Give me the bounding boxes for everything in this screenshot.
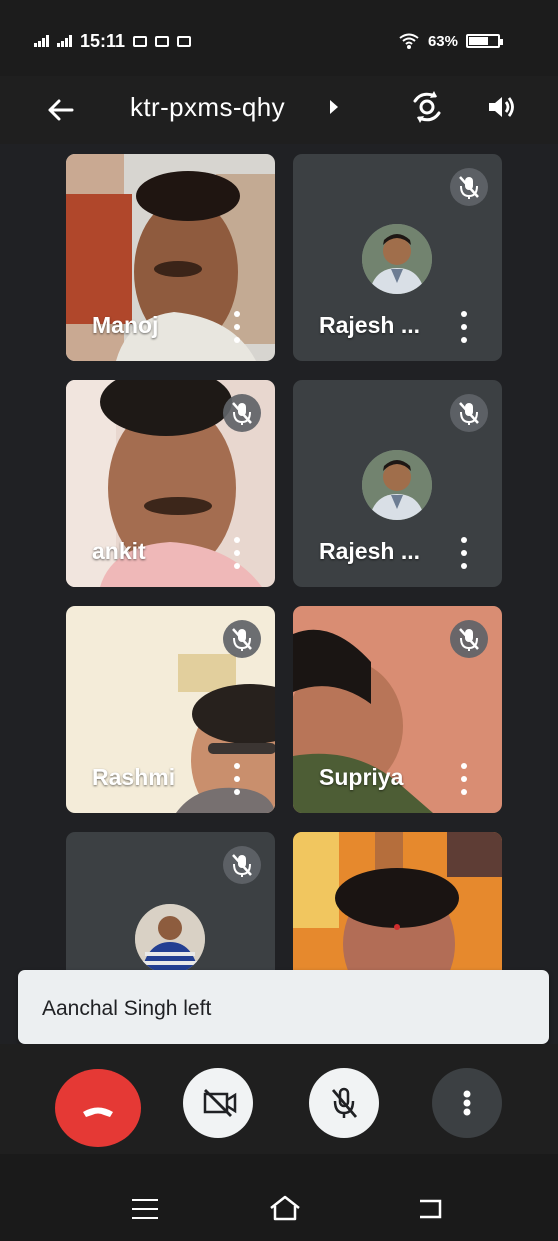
participant-tile[interactable]: Manoj (66, 154, 275, 361)
more-vertical-icon[interactable] (231, 763, 243, 795)
signal-icon (34, 35, 49, 47)
avatar (362, 450, 432, 520)
more-vertical-icon[interactable] (458, 537, 470, 569)
participant-name: Supriya (319, 764, 404, 790)
home-icon[interactable] (268, 1193, 302, 1223)
mic-off-icon (331, 1087, 358, 1118)
status-right: 63% (398, 30, 503, 52)
more-vertical-icon[interactable] (231, 311, 243, 343)
more-vertical-icon[interactable] (458, 311, 470, 343)
end-call-button[interactable] (55, 1069, 141, 1147)
avatar (362, 224, 432, 294)
notification-icon (133, 35, 148, 47)
mic-off-icon (223, 394, 261, 432)
mic-off-icon (223, 620, 261, 658)
status-time: 15:11 (80, 30, 126, 51)
signal-icon-2 (57, 35, 72, 47)
participant-tile[interactable]: Supriya (293, 606, 502, 813)
participant-name: Rashmi (92, 764, 176, 790)
meeting-screen: 15:11 63% ktr-pxms-qhy Manoj Rajesh ... … (0, 0, 558, 1241)
wifi-icon (399, 33, 419, 49)
camera-switch-icon[interactable] (408, 88, 446, 126)
more-options-button[interactable] (432, 1068, 502, 1138)
participant-tile[interactable]: Rajesh ... (293, 154, 502, 361)
video-off-button[interactable] (183, 1068, 253, 1138)
call-controls (0, 1044, 558, 1154)
battery-percent: 63% (427, 32, 458, 50)
participant-name: Rajesh ... (319, 312, 420, 338)
meeting-code[interactable]: ktr-pxms-qhy (130, 92, 285, 123)
speaker-icon[interactable] (484, 90, 518, 124)
participant-name: Rajesh ... (319, 538, 420, 564)
top-bar: ktr-pxms-qhy (0, 76, 558, 144)
participant-tile[interactable]: ankit (66, 380, 275, 587)
participants-grid: Manoj Rajesh ... ankit Rajesh ... Rashmi… (66, 154, 502, 974)
participant-name: Manoj (92, 312, 159, 338)
message-icon (155, 35, 170, 47)
mic-off-icon (450, 620, 488, 658)
gallery-icon (177, 35, 192, 47)
battery-icon (466, 34, 503, 48)
mic-off-button[interactable] (309, 1068, 379, 1138)
back-arrow-icon[interactable] (42, 92, 78, 128)
back-icon[interactable] (416, 1197, 444, 1221)
status-left: 15:11 (34, 30, 192, 52)
system-navigation-bar (0, 1154, 558, 1241)
mic-off-icon (450, 394, 488, 432)
participant-tile[interactable]: Rajesh ... (293, 380, 502, 587)
video-off-icon (203, 1089, 237, 1117)
snackbar: Aanchal Singh left (18, 970, 549, 1044)
recent-apps-icon[interactable] (132, 1199, 158, 1219)
participant-name: ankit (92, 538, 146, 564)
status-bar: 15:11 63% (0, 0, 558, 76)
more-vertical-icon[interactable] (231, 537, 243, 569)
participant-tile[interactable]: Rashmi (66, 606, 275, 813)
participant-tile[interactable] (66, 832, 275, 974)
more-vertical-icon[interactable] (458, 763, 470, 795)
participant-tile[interactable] (293, 832, 502, 974)
more-vertical-icon (463, 1090, 471, 1116)
participant-video (293, 832, 502, 974)
mic-off-icon (450, 168, 488, 206)
meeting-details-arrow-icon[interactable] (330, 100, 338, 114)
snackbar-message: Aanchal Singh left (42, 997, 212, 1020)
mic-off-icon (223, 846, 261, 884)
avatar (135, 904, 205, 974)
phone-hangup-icon (83, 1107, 113, 1117)
